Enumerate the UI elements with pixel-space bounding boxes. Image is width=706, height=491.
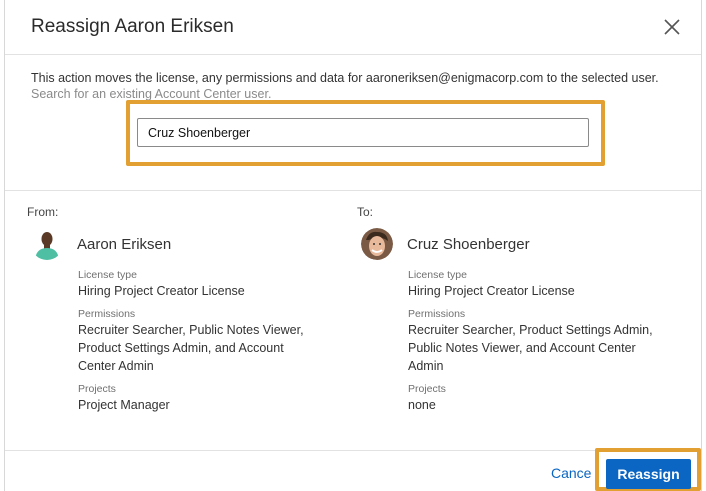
to-projects-value: none bbox=[408, 398, 436, 412]
from-column: From: Aaron Eriksen License type Hiring … bbox=[27, 205, 331, 422]
dialog-header: Reassign Aaron Eriksen bbox=[5, 0, 701, 55]
to-permissions-value: Recruiter Searcher, Product Settings Adm… bbox=[408, 323, 653, 373]
reassign-button[interactable]: Reassign bbox=[606, 459, 691, 489]
from-license-label: License type bbox=[78, 269, 137, 281]
from-projects-label: Projects bbox=[78, 383, 116, 395]
to-license-value: Hiring Project Creator License bbox=[408, 284, 575, 298]
from-permissions-label: Permissions bbox=[78, 308, 136, 320]
close-button[interactable] bbox=[661, 16, 683, 38]
to-column: To: Cruz Shoenberger License type Hiring… bbox=[357, 205, 661, 422]
dialog-intro: This action moves the license, any permi… bbox=[5, 55, 701, 102]
avatar bbox=[361, 228, 393, 260]
to-permissions-label: Permissions bbox=[408, 308, 466, 320]
cancel-button[interactable]: Cancel bbox=[551, 465, 591, 481]
to-projects-label: Projects bbox=[408, 383, 446, 395]
from-label: From: bbox=[27, 205, 59, 219]
avatar-cruz-icon bbox=[361, 228, 393, 260]
from-person-name: Aaron Eriksen bbox=[77, 235, 172, 253]
from-license-value: Hiring Project Creator License bbox=[78, 284, 245, 298]
user-search-input[interactable] bbox=[137, 118, 589, 147]
to-license-label: License type bbox=[408, 269, 467, 281]
avatar bbox=[31, 228, 63, 260]
to-person: Cruz Shoenberger bbox=[361, 227, 661, 261]
dialog-description: This action moves the license, any permi… bbox=[31, 71, 659, 85]
dialog-title: Reassign Aaron Eriksen bbox=[31, 16, 234, 37]
to-label: To: bbox=[357, 205, 374, 219]
close-icon bbox=[664, 19, 680, 35]
from-projects-value: Project Manager bbox=[78, 398, 170, 412]
from-permissions-value: Recruiter Searcher, Public Notes Viewer,… bbox=[78, 323, 304, 373]
from-person: Aaron Eriksen bbox=[31, 227, 331, 261]
to-details: License type Hiring Project Creator Lice… bbox=[408, 269, 661, 414]
from-details: License type Hiring Project Creator Lice… bbox=[78, 269, 331, 414]
avatar-aaron-icon bbox=[31, 228, 63, 260]
reassign-dialog: Reassign Aaron Eriksen This action moves… bbox=[4, 0, 702, 491]
divider bbox=[5, 190, 701, 191]
to-person-name: Cruz Shoenberger bbox=[407, 235, 530, 253]
